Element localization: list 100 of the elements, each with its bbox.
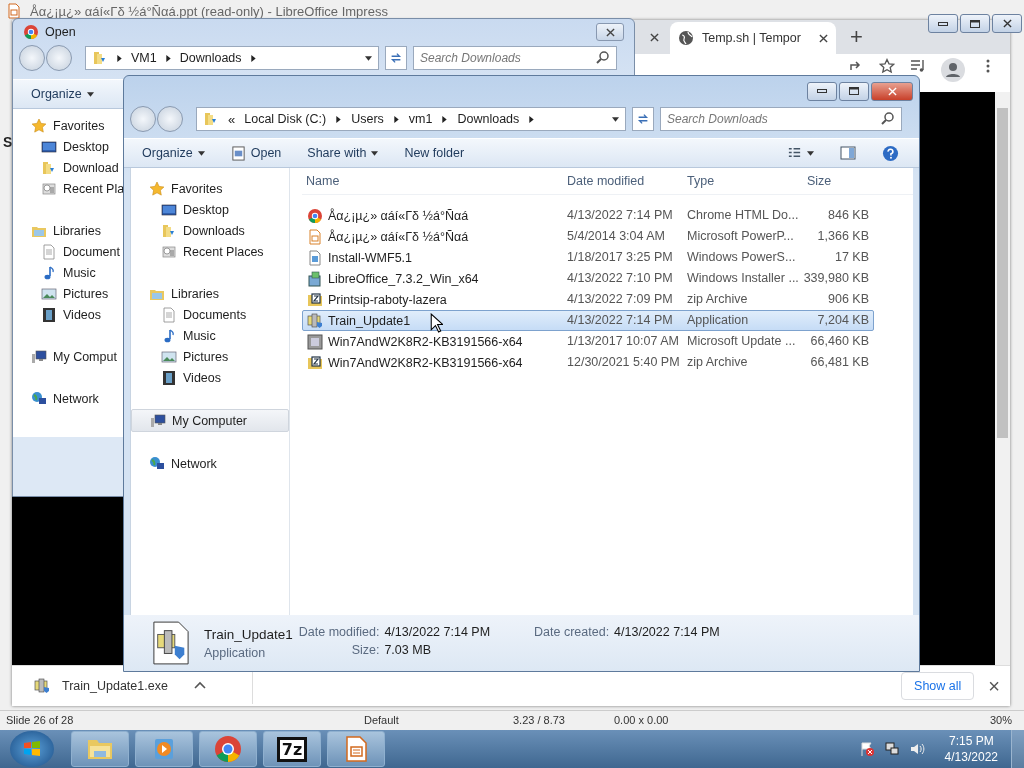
taskbar-button[interactable]: 7z xyxy=(263,731,321,767)
nav-item[interactable]: Videos xyxy=(19,304,101,325)
column-header[interactable]: Date modified xyxy=(567,174,645,188)
organize-menu[interactable]: Organize xyxy=(25,84,100,104)
film-icon xyxy=(41,306,57,323)
chevron-right-icon[interactable] xyxy=(528,115,536,123)
nav-item[interactable]: Favorites xyxy=(131,178,289,199)
clock-date[interactable]: 4/13/2022 xyxy=(944,749,998,765)
clock-time[interactable]: 7:15 PM xyxy=(948,733,994,749)
file-row[interactable]: Åα¿¡µ¿» αáí«Γδ ½á°Ñαá 5/4/2014 3:04 AM Microsoft PowerP... 1,366 KB xyxy=(302,226,874,247)
file-name: Åα¿¡µ¿» αáí«Γδ ½á°Ñαá xyxy=(328,230,469,244)
nav-item[interactable]: Network xyxy=(131,453,289,474)
file-row[interactable]: Printsip-raboty-lazera 4/13/2022 7:09 PM zip Archive 906 KB xyxy=(302,289,874,310)
column-header[interactable]: Size xyxy=(807,174,832,188)
refresh-button[interactable] xyxy=(632,107,654,131)
close-button[interactable]: × xyxy=(988,674,1000,698)
nav-item[interactable]: Music xyxy=(131,325,289,346)
scrollbar[interactable] xyxy=(995,92,1010,665)
refresh-button[interactable] xyxy=(385,46,407,70)
nav-item[interactable]: My Computer xyxy=(131,409,289,432)
profile-avatar-icon[interactable] xyxy=(941,58,965,82)
new-tab-button[interactable]: + xyxy=(850,24,863,50)
toolbar-menu[interactable]: Organize xyxy=(136,143,211,163)
file-row[interactable]: Win7AndW2K8R2-KB3191566-x64 12/30/2021 5:40 PM zip Archive 66,481 KB xyxy=(302,352,874,373)
search-icon[interactable] xyxy=(880,111,896,127)
toolbar-button[interactable]: New folder xyxy=(398,143,471,163)
nav-item[interactable]: Libraries xyxy=(19,220,101,241)
taskbar-button[interactable] xyxy=(327,731,385,767)
close-button[interactable] xyxy=(596,23,624,41)
breadcrumb-overflow[interactable]: « xyxy=(228,111,236,127)
minimize-button[interactable] xyxy=(807,81,837,101)
address-bar[interactable]: « Local Disk (C:) Users vm1 Downloads xyxy=(196,107,626,131)
media-control-icon[interactable] xyxy=(910,58,926,74)
star-icon[interactable] xyxy=(879,58,895,74)
archive-icon xyxy=(307,355,323,371)
nav-item[interactable]: Downloads xyxy=(131,220,289,241)
file-row[interactable]: Train_Update1 4/13/2022 7:14 PM Application 7,204 KB xyxy=(302,310,874,331)
minimize-button[interactable] xyxy=(928,14,958,33)
file-type: Application xyxy=(204,645,267,660)
nav-item[interactable]: Documents xyxy=(131,304,289,325)
breadcrumb-item[interactable]: Local Disk (C:) xyxy=(244,112,327,126)
address-bar[interactable]: VM1 Downloads xyxy=(85,46,379,70)
close-tab-button[interactable] xyxy=(819,33,828,43)
nav-item[interactable]: Document xyxy=(19,241,120,262)
type-cell: zip Archive xyxy=(687,355,748,369)
nav-item[interactable]: Desktop xyxy=(131,199,289,220)
date-cell: 1/18/2017 3:25 PM xyxy=(567,250,673,264)
breadcrumb-item[interactable]: Downloads xyxy=(179,51,242,65)
maximize-button[interactable] xyxy=(839,81,869,101)
nav-item[interactable]: Music xyxy=(19,262,96,283)
file-row[interactable]: Åα¿¡µ¿» αáí«Γδ ½á°Ñαá 4/13/2022 7:14 PM Chrome HTML Do... 846 KB xyxy=(302,205,874,226)
search-icon[interactable] xyxy=(595,50,611,66)
network-icon[interactable] xyxy=(883,741,900,757)
file-name: Win7AndW2K8R2-KB3191566-x64 xyxy=(328,335,523,349)
breadcrumb-item[interactable]: VM1 xyxy=(131,51,157,65)
toolbar-menu[interactable]: Share with xyxy=(301,143,385,163)
search-field[interactable]: Search Downloads xyxy=(413,46,617,70)
chevron-right-icon[interactable] xyxy=(392,115,400,123)
file-row[interactable]: LibreOffice_7.3.2_Win_x64 4/13/2022 7:10 PM Windows Installer ... 339,980 KB xyxy=(302,268,874,289)
chevron-right-icon[interactable] xyxy=(116,54,123,62)
file-name: Win7AndW2K8R2-KB3191566-x64 xyxy=(328,356,523,370)
nav-item[interactable]: Pictures xyxy=(19,283,109,304)
status-text: Slide 26 of 28 xyxy=(6,714,74,726)
chevron-right-icon[interactable] xyxy=(441,115,449,123)
nav-item[interactable]: Favorites xyxy=(19,115,105,136)
column-header[interactable]: Type xyxy=(687,174,715,188)
column-header[interactable]: Name xyxy=(306,174,340,188)
file-row[interactable]: Install-WMF5.1 1/18/2017 3:25 PM Windows PowerS... 17 KB xyxy=(302,247,874,268)
nav-item[interactable]: Recent Pla xyxy=(19,178,125,199)
type-cell: Windows Installer ... xyxy=(687,271,799,285)
nav-item[interactable]: Desktop xyxy=(19,136,109,157)
breadcrumb-item[interactable]: vm1 xyxy=(408,112,433,126)
nav-item[interactable]: My Comput xyxy=(19,346,117,367)
folder-icon xyxy=(92,50,108,66)
file-row[interactable]: Win7AndW2K8R2-KB3191566-x64 1/13/2017 10:07 AM Microsoft Update ... 66,460 KB xyxy=(302,331,874,352)
show-all-button[interactable]: Show all xyxy=(901,672,975,700)
computer-icon xyxy=(31,348,47,365)
search-field[interactable]: Search Downloads xyxy=(660,107,902,131)
chevron-right-icon[interactable] xyxy=(249,54,257,62)
close-button[interactable] xyxy=(992,14,1022,33)
nav-item[interactable]: Network xyxy=(19,388,99,409)
nav-item[interactable]: Recent Places xyxy=(131,241,289,262)
nav-item[interactable]: Videos xyxy=(131,367,289,388)
breadcrumb-item[interactable]: Users xyxy=(351,112,384,126)
breadcrumb-item[interactable]: Downloads xyxy=(457,112,520,126)
slide-panel-label: S xyxy=(3,134,13,150)
taskbar-button[interactable] xyxy=(199,731,257,767)
speaker-icon[interactable] xyxy=(908,741,925,757)
open-button[interactable]: Open xyxy=(224,142,288,164)
start-button[interactable] xyxy=(10,731,54,767)
chrome-icon xyxy=(214,735,242,763)
minimize-icon xyxy=(817,89,827,93)
chevron-right-icon[interactable] xyxy=(164,54,172,62)
chevron-right-icon[interactable] xyxy=(335,115,343,123)
flag-icon[interactable] xyxy=(858,741,875,757)
nav-item[interactable]: Pictures xyxy=(131,346,289,367)
nav-item[interactable]: Libraries xyxy=(131,283,289,304)
maximize-button[interactable] xyxy=(960,14,990,33)
nav-item[interactable]: Download xyxy=(19,157,119,178)
browser-tab[interactable]: Temp.sh | Tempor xyxy=(670,22,836,54)
